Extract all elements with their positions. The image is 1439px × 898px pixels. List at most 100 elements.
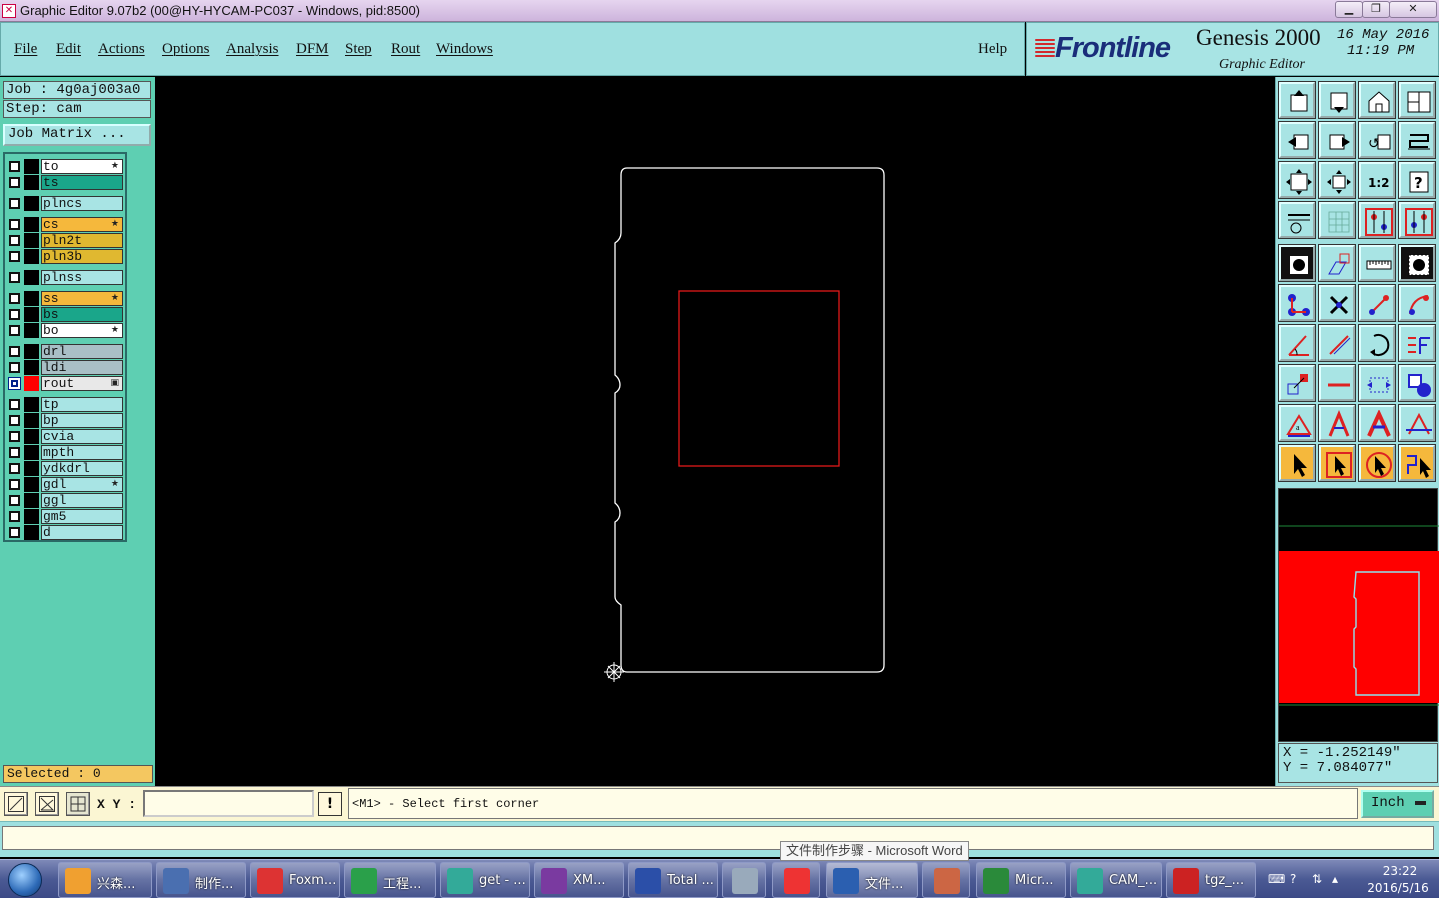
taskbar-excel[interactable]: Micr... bbox=[976, 862, 1066, 898]
layer-name[interactable]: pln3b bbox=[41, 249, 123, 264]
menu-actions[interactable]: Actions bbox=[98, 41, 145, 58]
layer-display-swatch[interactable] bbox=[24, 159, 39, 174]
taskbar-word[interactable]: 文件... bbox=[826, 862, 918, 898]
copy-shape-tool-button[interactable] bbox=[1279, 365, 1315, 401]
layer-name[interactable]: mpth bbox=[41, 445, 123, 460]
flip-tool-button[interactable] bbox=[1399, 325, 1435, 361]
menu-analysis[interactable]: Analysis bbox=[226, 41, 279, 58]
menu-windows[interactable]: Windows bbox=[436, 41, 493, 58]
layer-row-ggl[interactable]: ggl bbox=[7, 493, 123, 508]
minus-tool-button[interactable] bbox=[1319, 365, 1355, 401]
angle-mode-button[interactable] bbox=[35, 792, 59, 816]
angle-tool-button[interactable] bbox=[1279, 325, 1315, 361]
layer-checkbox[interactable] bbox=[9, 378, 20, 389]
unit-selector[interactable]: Inch bbox=[1361, 790, 1434, 818]
minimize-button[interactable]: ▁ bbox=[1335, 1, 1363, 18]
shapes-tool-button[interactable] bbox=[1399, 365, 1435, 401]
taskbar-eye-app[interactable]: get - ... bbox=[440, 862, 530, 898]
taskbar-xmanager[interactable]: XM... bbox=[534, 862, 624, 898]
layer-display-swatch[interactable] bbox=[24, 196, 39, 211]
layer-checkbox[interactable] bbox=[9, 198, 20, 209]
layer-name[interactable]: bo ★ bbox=[41, 323, 123, 338]
text-triangle-tool-button[interactable]: a bbox=[1279, 405, 1315, 441]
undo-view-tool-button[interactable]: ↺ bbox=[1359, 122, 1395, 158]
layer-row-d[interactable]: d bbox=[7, 525, 123, 540]
layer-display-swatch[interactable] bbox=[24, 344, 39, 359]
clock-time[interactable]: 23:22 bbox=[1370, 864, 1430, 878]
text-a-bold-tool-button[interactable] bbox=[1359, 405, 1395, 441]
taskbar-browser[interactable] bbox=[772, 862, 820, 898]
rotate-arc-tool-button[interactable] bbox=[1359, 325, 1395, 361]
network-icon[interactable]: ⇅ bbox=[1312, 872, 1327, 887]
layer-row-plnss[interactable]: plnss bbox=[7, 270, 123, 285]
layer-display-swatch[interactable] bbox=[24, 461, 39, 476]
line-points-tool-button[interactable] bbox=[1359, 285, 1395, 321]
window-layout-tool-button[interactable] bbox=[1399, 82, 1435, 118]
layer-checkbox[interactable] bbox=[9, 362, 20, 373]
layer-checkbox[interactable] bbox=[9, 293, 20, 304]
text-a-tool-button[interactable] bbox=[1319, 405, 1355, 441]
layer-row-cvia[interactable]: cvia bbox=[7, 429, 123, 444]
layer-checkbox[interactable] bbox=[9, 272, 20, 283]
layer-checkbox[interactable] bbox=[9, 415, 20, 426]
dot-tool-button[interactable] bbox=[1399, 245, 1435, 281]
layer-name[interactable]: bs bbox=[41, 307, 123, 322]
layer-display-swatch[interactable] bbox=[24, 509, 39, 524]
layer-name[interactable]: gm5 bbox=[41, 509, 123, 524]
layer-row-pln3b[interactable]: pln3b bbox=[7, 249, 123, 264]
open-job-tool-button[interactable] bbox=[1279, 82, 1315, 118]
select-arrow-tool-button[interactable] bbox=[1279, 445, 1315, 481]
layer-row-to[interactable]: to ★ bbox=[7, 159, 123, 174]
menu-file[interactable]: File bbox=[14, 41, 37, 58]
taskbar-notepad[interactable]: 制作... bbox=[156, 862, 246, 898]
layer-name[interactable]: tp bbox=[41, 397, 123, 412]
layer-name[interactable]: ts bbox=[41, 175, 123, 190]
layer-row-pln2t[interactable]: pln2t bbox=[7, 233, 123, 248]
layer-name[interactable]: rout ▣ bbox=[41, 376, 123, 391]
job-matrix-button[interactable]: Job Matrix ... bbox=[3, 124, 151, 146]
layer-checkbox[interactable] bbox=[9, 219, 20, 230]
previous-view-tool-button[interactable] bbox=[1279, 122, 1315, 158]
layer-display-swatch[interactable] bbox=[24, 397, 39, 412]
cross-tool-button[interactable] bbox=[1319, 285, 1355, 321]
layer-display-swatch[interactable] bbox=[24, 249, 39, 264]
menu-rout[interactable]: Rout bbox=[391, 41, 420, 58]
layer-row-ydkdrl[interactable]: ydkdrl bbox=[7, 461, 123, 476]
layer-name[interactable]: gdl ★ bbox=[41, 477, 123, 492]
layer-display-swatch[interactable] bbox=[24, 493, 39, 508]
grid-tool-button[interactable] bbox=[1319, 202, 1355, 238]
layer-row-rout[interactable]: rout ▣ bbox=[7, 376, 123, 391]
layer-checkbox[interactable] bbox=[9, 463, 20, 474]
save-tool-button[interactable] bbox=[1319, 82, 1355, 118]
connect-tool-button[interactable] bbox=[1279, 285, 1315, 321]
menu-step[interactable]: Step bbox=[345, 41, 372, 58]
ruler-tool-button[interactable] bbox=[1359, 245, 1395, 281]
layer-name[interactable]: cs ★ bbox=[41, 217, 123, 232]
help-tool-button[interactable]: ? bbox=[1399, 162, 1435, 198]
layer-checkbox[interactable] bbox=[9, 346, 20, 357]
layer-checkbox[interactable] bbox=[9, 511, 20, 522]
overview-minimap[interactable] bbox=[1278, 488, 1439, 742]
layer-checkbox[interactable] bbox=[9, 251, 20, 262]
layer-display-swatch[interactable] bbox=[24, 270, 39, 285]
layer-name[interactable]: ydkdrl bbox=[41, 461, 123, 476]
grid-snap-button[interactable] bbox=[66, 792, 90, 816]
snap-red-tool-button[interactable] bbox=[1359, 202, 1395, 238]
layer-row-gdl[interactable]: gdl ★ bbox=[7, 477, 123, 492]
zoom-fit-tool-button[interactable] bbox=[1279, 162, 1315, 198]
home-tool-button[interactable] bbox=[1359, 82, 1395, 118]
keyboard-icon[interactable]: ⌨ bbox=[1268, 872, 1285, 887]
close-button[interactable]: ✕ bbox=[1389, 1, 1437, 18]
select-path-tool-button[interactable] bbox=[1399, 445, 1435, 481]
layer-checkbox[interactable] bbox=[9, 431, 20, 442]
zoom-center-tool-button[interactable] bbox=[1319, 162, 1355, 198]
layer-row-ts[interactable]: ts bbox=[7, 175, 123, 190]
layer-name[interactable]: pln2t bbox=[41, 233, 123, 248]
clock-date[interactable]: 2016/5/16 bbox=[1358, 881, 1438, 895]
menu-edit[interactable]: Edit bbox=[56, 41, 81, 58]
taskbar-floppy[interactable]: Total ... bbox=[628, 862, 718, 898]
layer-display-swatch[interactable] bbox=[24, 233, 39, 248]
layer-name[interactable]: drl bbox=[41, 344, 123, 359]
layer-display-swatch[interactable] bbox=[24, 323, 39, 338]
text-a-line-tool-button[interactable] bbox=[1399, 405, 1435, 441]
